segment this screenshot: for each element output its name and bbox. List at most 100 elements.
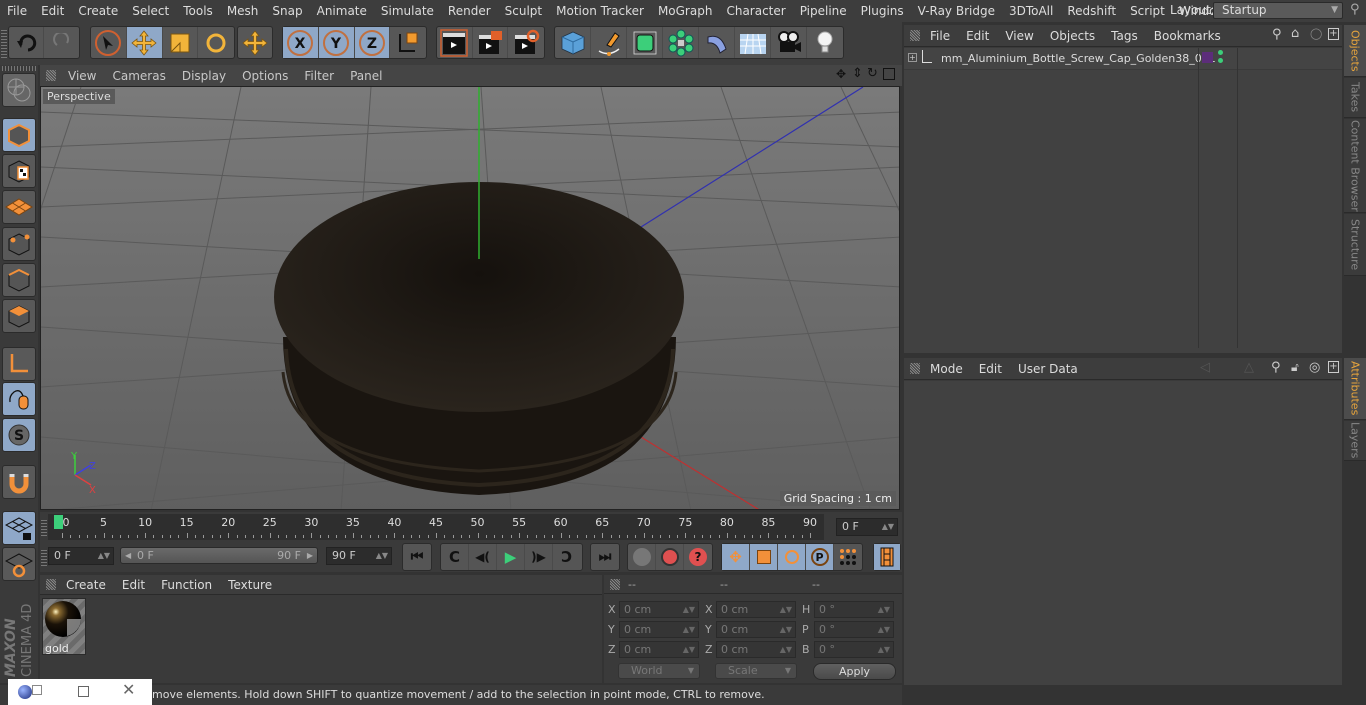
orbit-icon[interactable]: ↻ <box>867 66 878 81</box>
size-y-field[interactable]: 0 cm ▲▼ <box>716 621 796 638</box>
record-active-button[interactable]: ? <box>684 544 712 570</box>
objects-menu-objects[interactable]: Objects <box>1042 29 1103 43</box>
search-icon[interactable]: ⚲ <box>1271 360 1281 375</box>
dolly-icon[interactable]: ⇕ <box>852 66 863 81</box>
texture-mode-button[interactable] <box>2 154 36 188</box>
x-axis-lock-button[interactable]: X <box>283 27 319 58</box>
camera-label[interactable]: Perspective <box>43 89 115 104</box>
menu-tools[interactable]: Tools <box>176 4 220 18</box>
position-y-field[interactable]: 0 cm ▲▼ <box>619 621 699 638</box>
z-axis-lock-button[interactable]: Z <box>354 27 391 58</box>
camera-button[interactable] <box>771 27 807 58</box>
go-to-end-button[interactable]: ⏭ <box>591 544 619 570</box>
expand-icon[interactable]: + <box>908 53 917 62</box>
bend-deformer-button[interactable] <box>699 27 735 58</box>
viewport-menu-cameras[interactable]: Cameras <box>104 69 173 83</box>
light-button[interactable] <box>807 27 843 58</box>
move-button[interactable] <box>126 27 163 58</box>
start-frame-field[interactable]: 0 F ▲▼ <box>48 547 114 565</box>
menu-animate[interactable]: Animate <box>310 4 374 18</box>
current-frame-field[interactable]: 0 F ▲▼ <box>836 518 898 536</box>
menu-file[interactable]: File <box>0 4 34 18</box>
previous-frame-button[interactable]: ◀( <box>469 544 497 570</box>
menu-character[interactable]: Character <box>719 4 792 18</box>
search-icon[interactable]: ⚲ <box>1272 27 1282 42</box>
keyframe-selection-button[interactable] <box>628 544 656 570</box>
undo-button[interactable] <box>9 27 45 58</box>
maximize-icon[interactable] <box>78 686 89 697</box>
axis-mode-button[interactable] <box>2 347 36 381</box>
tweak-mode-button[interactable] <box>2 382 36 416</box>
workplane-button[interactable] <box>2 190 36 224</box>
object-name[interactable]: mm_Aluminium_Bottle_Screw_Cap_Golden38_0… <box>941 52 1216 65</box>
object-row[interactable]: + mm_Aluminium_Bottle_Screw_Cap_Golden38… <box>904 48 1342 348</box>
menu-script[interactable]: Script <box>1123 4 1172 18</box>
objects-menu-bookmarks[interactable]: Bookmarks <box>1146 29 1229 43</box>
attributes-menu-edit[interactable]: Edit <box>971 362 1010 376</box>
autokeying-button[interactable] <box>656 544 684 570</box>
coordinate-space-select[interactable]: World ▼ <box>618 663 700 679</box>
key-pla-button[interactable] <box>834 544 862 570</box>
polygons-mode-button[interactable] <box>2 299 36 333</box>
menu-select[interactable]: Select <box>125 4 176 18</box>
size-x-field[interactable]: 0 cm ▲▼ <box>716 601 796 618</box>
tab-objects[interactable]: Objects <box>1344 25 1366 77</box>
material-menu-edit[interactable]: Edit <box>114 578 153 592</box>
coordinate-mode-select[interactable]: Scale ▼ <box>715 663 797 679</box>
home-icon[interactable]: ⌂ <box>1291 26 1299 41</box>
y-axis-lock-button[interactable]: Y <box>318 27 355 58</box>
menu-pipeline[interactable]: Pipeline <box>793 4 854 18</box>
viewport-menu-panel[interactable]: Panel <box>342 69 390 83</box>
3d-viewport[interactable]: Y Z X Perspective Grid Spacing : 1 cm <box>40 86 900 510</box>
render-settings-button[interactable] <box>508 27 544 58</box>
attributes-menu-mode[interactable]: Mode <box>922 362 971 376</box>
new-panel-icon[interactable]: + <box>1328 361 1339 373</box>
maximize-view-icon[interactable] <box>883 68 895 80</box>
layer-color-swatch[interactable] <box>1202 52 1213 63</box>
end-frame-field[interactable]: 90 F ▲▼ <box>326 547 392 565</box>
live-selection-button[interactable] <box>91 27 127 58</box>
tab-takes[interactable]: Takes <box>1344 78 1366 118</box>
cloner-button[interactable] <box>663 27 699 58</box>
rotation-b-field[interactable]: 0 ° ▲▼ <box>814 641 894 658</box>
unlock-icon[interactable]: 🔓︎ <box>1291 360 1299 375</box>
material-swatch-gold[interactable]: gold <box>42 598 86 655</box>
scale-button[interactable] <box>163 27 199 58</box>
viewport-menu-filter[interactable]: Filter <box>296 69 342 83</box>
eye-icon[interactable]: ◯ <box>1310 27 1322 40</box>
rotation-p-field[interactable]: 0 ° ▲▼ <box>814 621 894 638</box>
menu-redshift[interactable]: Redshift <box>1060 4 1123 18</box>
playhead[interactable] <box>54 515 63 529</box>
menu-mograph[interactable]: MoGraph <box>651 4 720 18</box>
snap-button[interactable] <box>2 465 36 499</box>
menu-simulate[interactable]: Simulate <box>374 4 441 18</box>
edges-mode-button[interactable] <box>2 263 36 297</box>
restore-icon[interactable] <box>32 685 42 695</box>
viewport-menu-display[interactable]: Display <box>174 69 234 83</box>
toolbar-grip[interactable] <box>1 28 7 58</box>
menu-3dtoall[interactable]: 3DToAll <box>1002 4 1060 18</box>
rotation-h-field[interactable]: 0 ° ▲▼ <box>814 601 894 618</box>
material-menu-create[interactable]: Create <box>58 578 114 592</box>
timeline-window-button[interactable] <box>874 544 900 570</box>
go-to-start-button[interactable]: ⏮ <box>403 544 431 570</box>
material-menu-function[interactable]: Function <box>153 578 220 592</box>
model-mode-button[interactable] <box>2 118 36 152</box>
cube-button[interactable] <box>555 27 591 58</box>
key-rotation-button[interactable] <box>778 544 806 570</box>
apply-button[interactable]: Apply <box>813 663 896 680</box>
previous-key-button[interactable]: C <box>441 544 469 570</box>
frame-range-slider[interactable]: ◀ 0 F 90 F ▶ <box>120 547 318 564</box>
recent-tool-button[interactable] <box>238 27 272 58</box>
key-scale-button[interactable] <box>750 544 778 570</box>
layout-select[interactable]: Startup ▼ <box>1213 2 1343 19</box>
subdivision-surface-button[interactable] <box>627 27 663 58</box>
menu-create[interactable]: Create <box>71 4 125 18</box>
search-icon[interactable]: ⚲ <box>1350 2 1360 17</box>
coordinate-system-button[interactable] <box>390 27 426 58</box>
pan-icon[interactable]: ✥ <box>836 67 846 81</box>
menu-sculpt[interactable]: Sculpt <box>498 4 549 18</box>
menu-edit[interactable]: Edit <box>34 4 71 18</box>
render-view-button[interactable] <box>437 27 473 58</box>
timeline-ruler[interactable]: 0 5 10 15 20 25 30 35 40 45 50 55 60 65 70 75 80 85 90 <box>48 514 824 540</box>
